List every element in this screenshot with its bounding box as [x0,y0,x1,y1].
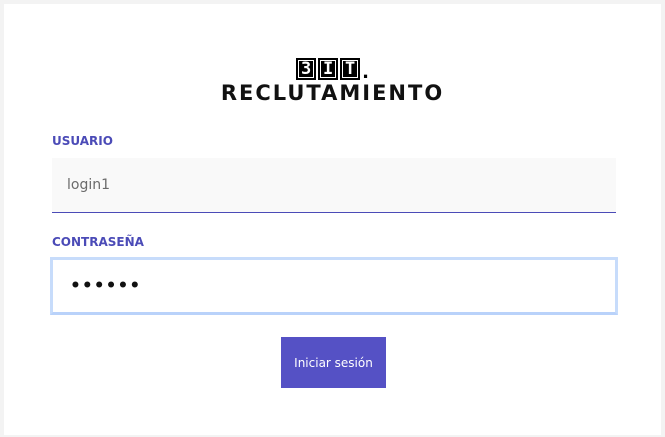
logo-char-2: I [318,58,339,80]
username-input[interactable] [52,158,616,213]
logo-char-3: T [340,58,361,80]
logo-dot: . [362,62,369,83]
company-logo: 3 I T . [4,54,661,83]
password-label: CONTRASEÑA [52,235,144,249]
login-button[interactable]: Iniciar sesión [281,337,386,388]
password-input[interactable] [50,257,618,315]
username-label: USUARIO [52,134,113,148]
brand-title: RECLUTAMIENTO [220,81,445,105]
logo-char-1: 3 [296,58,317,80]
login-card: 3 I T . RECLUTAMIENTO USUARIO CONTRASEÑA… [4,4,661,435]
